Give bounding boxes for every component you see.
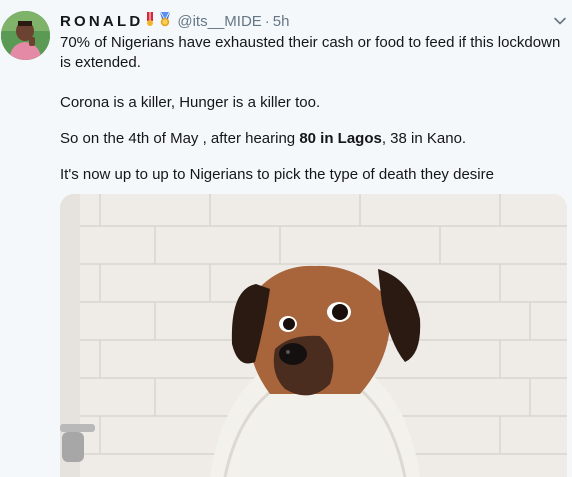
avatar[interactable] [1, 11, 50, 60]
tweet-paragraph: Corona is a killer, Hunger is a killer t… [60, 94, 321, 111]
tweet-header: RONALD @its__MIDE · 5h [60, 10, 289, 32]
separator-dot: · [264, 12, 270, 30]
tweet-paragraph: It's now up to up to Nigerians to pick t… [60, 166, 494, 183]
chevron-down-icon[interactable] [552, 13, 568, 29]
tweet-text-segment: So on the 4th of May , after hearing [60, 130, 300, 147]
tweet-text-segment: , 38 in Kano. [381, 130, 467, 147]
tweet-paragraph: 70% of Nigerians have exhausted their ca… [60, 34, 561, 71]
handle[interactable]: @its__MIDE [177, 13, 261, 30]
dog-in-towel-photo [60, 194, 567, 477]
tweet[interactable]: RONALD @its__MIDE · 5h 70% of Nigerians … [0, 0, 572, 477]
tweet-paragraph: So on the 4th of May , after hearing 80 … [60, 129, 466, 149]
display-name[interactable]: RONALD [60, 13, 143, 30]
tweet-bold-text: 80 in Lagos [299, 130, 382, 147]
flag-badge-icon [144, 11, 156, 32]
medal-badge-icon [157, 11, 173, 32]
tweet-media-photo[interactable] [60, 194, 567, 477]
timestamp[interactable]: 5h [273, 13, 290, 30]
